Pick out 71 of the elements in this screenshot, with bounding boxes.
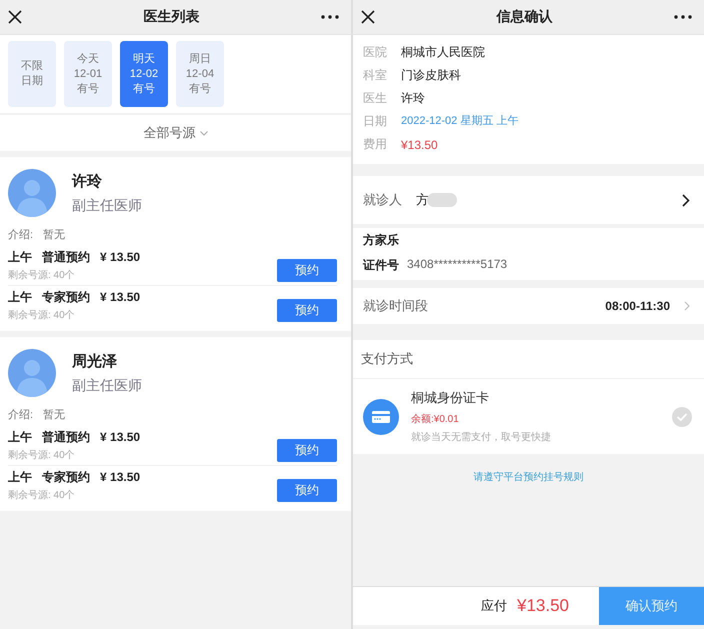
section-heading: 支付方式: [353, 340, 704, 379]
slot-period: 上午: [8, 290, 32, 304]
card-icon: [363, 398, 399, 434]
info-value: 桐城市人民医院: [401, 44, 485, 61]
close-icon[interactable]: [8, 10, 22, 24]
date-tab[interactable]: 明天 12-02 有号: [120, 41, 168, 107]
doctor-title: 副主任医师: [72, 376, 142, 394]
doctor-name: 许玲: [72, 172, 103, 190]
intro-label: 介绍:: [8, 408, 34, 422]
chevron-right-icon[interactable]: [682, 194, 690, 206]
book-button[interactable]: 预约: [277, 259, 337, 282]
slot-price: ¥ 13.50: [100, 290, 140, 304]
source-filter[interactable]: 全部号源: [144, 124, 196, 142]
patient-full-name: 方家乐: [363, 232, 400, 249]
id-number: 3408**********5173: [407, 257, 508, 273]
intro-text: 暂无: [43, 408, 66, 422]
page-title: 信息确认: [496, 8, 552, 26]
confirm-button[interactable]: 确认预约: [599, 587, 704, 625]
patient-label: 就诊人: [363, 191, 402, 209]
card-balance: 余额:¥0.01: [411, 412, 460, 426]
book-button[interactable]: 预约: [277, 439, 337, 462]
doctor-name: 周光泽: [72, 352, 118, 370]
info-label: 科室: [363, 67, 387, 84]
slot-price: ¥ 13.50: [100, 470, 140, 484]
date-tab[interactable]: 不限 日期: [8, 41, 56, 107]
intro-text: 暂无: [43, 228, 66, 242]
card-name: 桐城身份证卡: [411, 389, 490, 407]
slot-type: 普通预约: [42, 430, 90, 444]
info-label: 医生: [363, 90, 387, 107]
remaining-count: 剩余号源: 40个: [8, 309, 76, 322]
id-label: 证件号: [363, 257, 399, 274]
remaining-count: 剩余号源: 40个: [8, 489, 76, 502]
info-value: 2022-12-02 星期五 上午: [401, 114, 518, 129]
payable-label: 应付: [481, 597, 507, 615]
remaining-count: 剩余号源: 40个: [8, 269, 76, 282]
more-icon[interactable]: [674, 15, 692, 19]
slot-period: 上午: [8, 250, 32, 264]
redaction-blur: [427, 192, 457, 207]
rules-link[interactable]: 请遵守平台预约挂号规则: [353, 470, 704, 484]
close-icon[interactable]: [361, 10, 375, 24]
info-value: 许玲: [401, 90, 425, 107]
avatar-icon: [8, 169, 56, 217]
date-tab[interactable]: 周日 12-04 有号: [176, 41, 224, 107]
check-icon[interactable]: [672, 406, 692, 426]
slot-period: 上午: [8, 430, 32, 444]
doctor-title: 副主任医师: [72, 196, 142, 214]
info-label: 费用: [363, 136, 387, 153]
payment-option[interactable]: 桐城身份证卡 余额:¥0.01 就诊当天无需支付，取号更快捷: [353, 379, 704, 454]
slot-period: 上午: [8, 470, 32, 484]
avatar-icon: [8, 349, 56, 397]
info-value: 门诊皮肤科: [401, 67, 461, 84]
slot-type: 专家预约: [42, 470, 90, 484]
info-label: 医院: [363, 44, 387, 61]
payable-amount: ¥13.50: [517, 596, 569, 616]
time-value: 08:00-11:30: [605, 299, 670, 313]
book-button[interactable]: 预约: [277, 299, 337, 322]
info-label: 日期: [363, 113, 387, 130]
date-tab[interactable]: 今天 12-01 有号: [64, 41, 112, 107]
slot-price: ¥ 13.50: [100, 430, 140, 444]
book-button[interactable]: 预约: [277, 479, 337, 502]
page-title: 医生列表: [144, 8, 200, 26]
slot-type: 专家预约: [42, 290, 90, 304]
remaining-count: 剩余号源: 40个: [8, 449, 76, 462]
more-icon[interactable]: [321, 15, 339, 19]
time-label: 就诊时间段: [363, 297, 428, 315]
info-value: ¥13.50: [401, 138, 438, 152]
slot-price: ¥ 13.50: [100, 250, 140, 264]
card-note: 就诊当天无需支付，取号更快捷: [411, 430, 552, 444]
slot-type: 普通预约: [42, 250, 90, 264]
intro-label: 介绍:: [8, 228, 34, 242]
patient-name: 方: [416, 192, 429, 207]
